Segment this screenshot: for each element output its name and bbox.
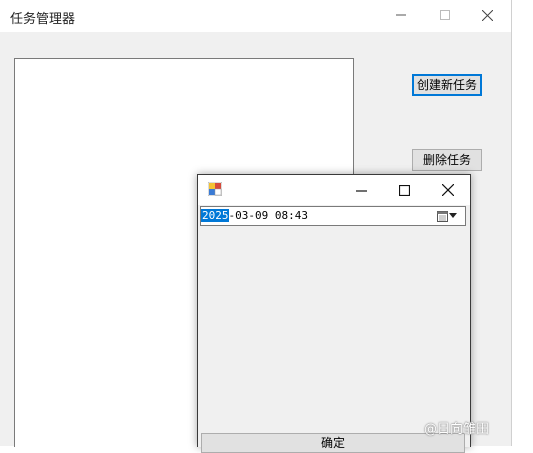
minimize-icon bbox=[396, 14, 406, 16]
window-title: 任务管理器 bbox=[10, 12, 76, 27]
main-titlebar[interactable]: 任务管理器 bbox=[0, 0, 511, 32]
dialog-titlebar[interactable] bbox=[198, 175, 470, 205]
close-button[interactable] bbox=[466, 0, 508, 30]
datetime-picker[interactable]: 2025-03-09 08:43 bbox=[200, 206, 466, 226]
close-icon bbox=[481, 9, 493, 21]
maximize-icon bbox=[440, 10, 450, 20]
maximize-icon bbox=[398, 184, 410, 196]
datetime-year-selected[interactable]: 2025 bbox=[201, 209, 229, 222]
calendar-icon bbox=[437, 211, 448, 222]
calendar-dropdown-button[interactable] bbox=[437, 209, 461, 223]
datetime-dialog: 2025-03-09 08:43 确定 bbox=[197, 174, 471, 453]
app-icon bbox=[208, 182, 222, 196]
datetime-rest[interactable]: -03-09 08:43 bbox=[229, 209, 308, 222]
close-icon bbox=[442, 184, 454, 196]
dialog-maximize-button[interactable] bbox=[384, 175, 424, 205]
maximize-button[interactable] bbox=[424, 0, 466, 30]
dialog-minimize-button[interactable] bbox=[341, 175, 381, 205]
delete-task-button[interactable]: 删除任务 bbox=[412, 149, 482, 171]
minimize-button[interactable] bbox=[380, 0, 422, 30]
watermark: @日向雏田 bbox=[424, 422, 490, 437]
minimize-icon bbox=[355, 189, 367, 192]
create-task-button[interactable]: 创建新任务 bbox=[412, 74, 482, 96]
dialog-close-button[interactable] bbox=[428, 175, 468, 205]
chevron-down-icon bbox=[449, 213, 457, 218]
